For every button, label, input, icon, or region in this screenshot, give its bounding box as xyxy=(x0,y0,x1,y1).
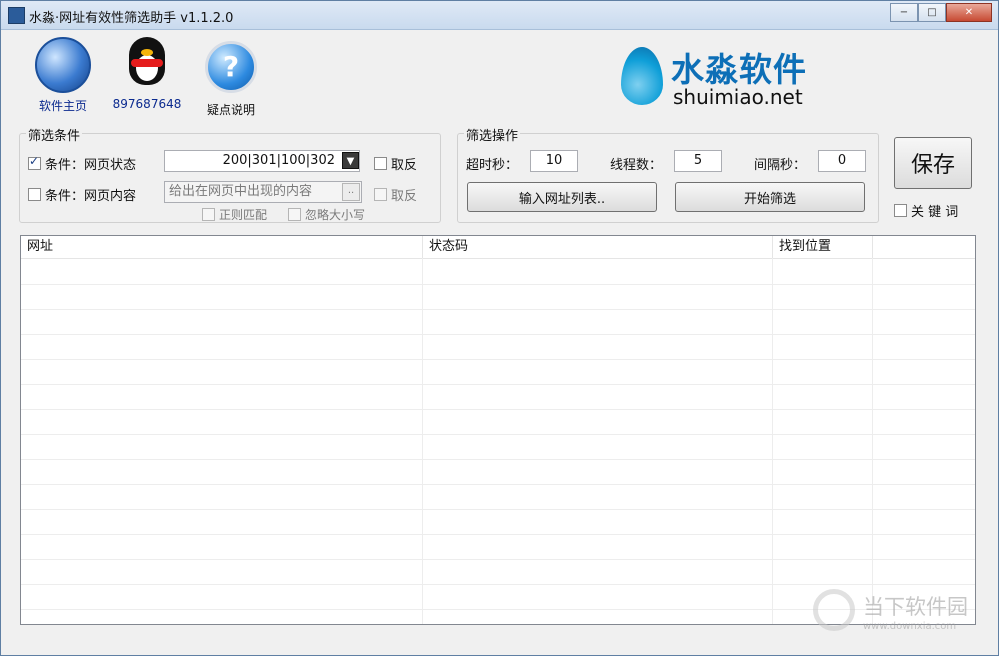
brand-name-en: shuimiao.net xyxy=(673,85,803,109)
condition-status-label: 条件：网页状态 xyxy=(45,158,137,173)
watermark-logo-icon xyxy=(813,589,855,631)
content-invert-row: 取反 xyxy=(374,185,417,204)
toolbar-qq-label: 897687648 xyxy=(112,97,182,111)
row-gridline xyxy=(21,584,975,585)
regex-checkbox[interactable] xyxy=(202,208,215,221)
filter-conditions-title: 筛选条件 xyxy=(26,125,83,144)
keyword-checkbox[interactable] xyxy=(894,204,907,217)
close-button[interactable]: ✕ xyxy=(946,3,992,22)
column-divider xyxy=(872,258,873,624)
status-codes-input[interactable]: 200|301|100|302 xyxy=(164,150,360,172)
column-header-url[interactable]: 网址 xyxy=(21,236,423,258)
column-header-status[interactable]: 状态码 xyxy=(423,236,773,258)
content-input[interactable]: 给出在网页中出现的内容 xyxy=(164,181,362,203)
toolbar-help-label: 疑点说明 xyxy=(206,103,255,117)
toolbar-qq[interactable]: 897687648 xyxy=(105,37,189,118)
watermark-text: 当下软件园 xyxy=(863,595,968,619)
condition-status-checkbox[interactable] xyxy=(28,154,41,170)
brand-logo: 水淼软件 shuimiao.net xyxy=(621,41,821,109)
row-gridline xyxy=(21,484,975,485)
window-controls: − □ ✕ xyxy=(890,3,992,22)
content-invert-label: 取反 xyxy=(391,189,418,204)
status-invert-row: 取反 xyxy=(374,154,417,173)
results-table[interactable]: 网址 状态码 找到位置 xyxy=(20,235,976,625)
app-window: 水淼·网址有效性筛选助手 v1.1.2.0 − □ ✕ 软件主页 8976876… xyxy=(0,0,999,656)
row-gridline xyxy=(21,409,975,410)
condition-status-row: 条件：网页状态 xyxy=(28,154,136,173)
filter-operation-group: 筛选操作 超时秒： 10 线程数： 5 间隔秒： 0 输入网址列表.. 开始筛选 xyxy=(457,125,879,223)
status-dropdown-button[interactable]: ▼ xyxy=(342,152,359,169)
timeout-label: 超时秒： xyxy=(466,158,519,173)
qq-penguin-icon xyxy=(119,37,175,93)
row-gridline xyxy=(21,384,975,385)
status-invert-checkbox[interactable] xyxy=(374,157,387,170)
condition-content-row: 条件：网页内容 xyxy=(28,185,136,204)
row-gridline xyxy=(21,509,975,510)
keyword-label: 关 键 词 xyxy=(911,205,959,220)
watermark: 当下软件园 www.downxia.com xyxy=(813,587,993,637)
timeout-input[interactable]: 10 xyxy=(530,150,578,172)
column-divider xyxy=(772,258,773,624)
toolbar-home[interactable]: 软件主页 xyxy=(21,37,105,118)
ignore-case-row: 忽略大小写 xyxy=(288,206,365,223)
brand-name-cn: 水淼软件 xyxy=(671,50,807,89)
ignore-case-label: 忽略大小写 xyxy=(305,208,366,222)
condition-content-label: 条件：网页内容 xyxy=(45,189,137,204)
row-gridline xyxy=(21,434,975,435)
window-title: 水淼·网址有效性筛选助手 v1.1.2.0 xyxy=(29,11,234,26)
row-gridline xyxy=(21,284,975,285)
maximize-button[interactable]: □ xyxy=(918,3,946,22)
threads-label: 线程数： xyxy=(610,158,663,173)
condition-content-checkbox[interactable] xyxy=(28,188,41,201)
ignore-case-checkbox[interactable] xyxy=(288,208,301,221)
regex-label: 正则匹配 xyxy=(219,208,268,222)
threads-input[interactable]: 5 xyxy=(674,150,722,172)
content-invert-checkbox[interactable] xyxy=(374,188,387,201)
row-gridline xyxy=(21,534,975,535)
interval-label: 间隔秒： xyxy=(754,158,807,173)
globe-icon xyxy=(35,37,91,93)
water-drop-icon xyxy=(621,47,663,105)
filter-conditions-group: 筛选条件 条件：网页状态 200|301|100|302 ▼ 取反 条件：网页内… xyxy=(19,125,441,223)
input-url-list-button[interactable]: 输入网址列表.. xyxy=(467,182,657,212)
app-icon xyxy=(8,7,25,24)
column-divider xyxy=(422,258,423,624)
row-gridline xyxy=(21,559,975,560)
toolbar-home-label: 软件主页 xyxy=(38,99,87,113)
content-more-button[interactable]: .. xyxy=(342,183,360,201)
interval-input[interactable]: 0 xyxy=(818,150,866,172)
save-button[interactable]: 保存 xyxy=(894,137,972,189)
row-gridline xyxy=(21,334,975,335)
row-gridline xyxy=(21,459,975,460)
title-bar: 水淼·网址有效性筛选助手 v1.1.2.0 − □ ✕ xyxy=(1,1,998,30)
keyword-row: 关 键 词 xyxy=(894,201,958,220)
help-icon: ? xyxy=(203,41,259,97)
toolbar: 软件主页 897687648 ? 疑点说明 xyxy=(21,37,273,118)
regex-row: 正则匹配 xyxy=(202,206,267,223)
toolbar-help[interactable]: ? 疑点说明 xyxy=(189,37,273,118)
start-filter-button[interactable]: 开始筛选 xyxy=(675,182,865,212)
row-gridline xyxy=(21,309,975,310)
filter-operation-title: 筛选操作 xyxy=(464,125,521,144)
watermark-url: www.downxia.com xyxy=(863,621,957,632)
status-invert-label: 取反 xyxy=(391,158,418,173)
table-header: 网址 状态码 找到位置 xyxy=(21,236,975,259)
column-header-position[interactable]: 找到位置 xyxy=(773,236,873,258)
row-gridline xyxy=(21,359,975,360)
minimize-button[interactable]: − xyxy=(890,3,918,22)
